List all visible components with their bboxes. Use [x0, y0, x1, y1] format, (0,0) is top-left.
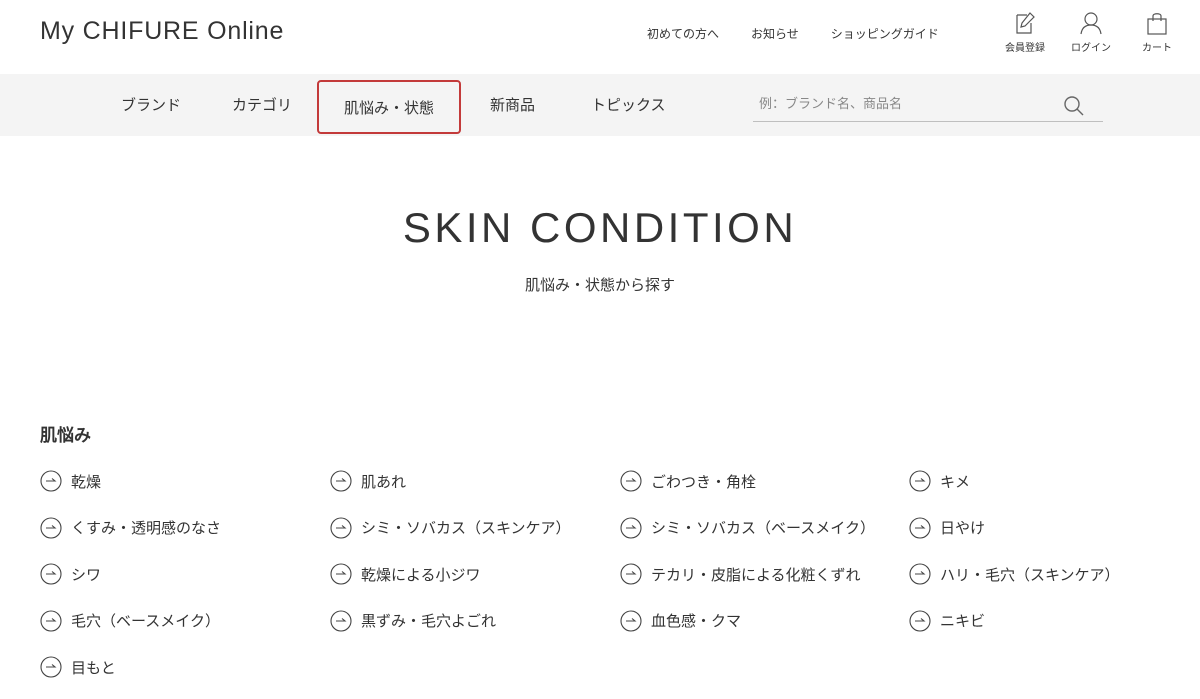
arrow-right-circle-icon [40, 470, 62, 492]
skin-condition-link[interactable]: 血色感・クマ [620, 606, 909, 636]
arrow-right-circle-icon [909, 516, 931, 539]
skin-condition-label: ニキビ [940, 612, 986, 630]
skin-condition-label: 毛穴（ベースメイク） [71, 612, 220, 630]
shopping-guide-link[interactable]: ショッピングガイド [831, 25, 939, 42]
skin-condition-label: テカリ・皮脂による化粧くずれ [651, 565, 861, 584]
nav-new-products[interactable]: 新商品 [490, 88, 535, 122]
cart-button[interactable]: カート [1124, 10, 1190, 54]
search-icon[interactable] [1063, 95, 1085, 117]
skin-condition-label: 黒ずみ・毛穴よごれ [361, 612, 497, 630]
arrow-right-circle-icon [330, 516, 352, 539]
skin-condition-link[interactable]: くすみ・透明感のなさ [40, 513, 330, 543]
skin-condition-label: くすみ・透明感のなさ [71, 519, 222, 537]
login-label: ログイン [1071, 43, 1111, 54]
nav-skin-condition[interactable]: 肌悩み・状態 [317, 80, 462, 134]
skin-condition-link[interactable]: 乾燥 [40, 466, 330, 496]
page-subtitle: 肌悩み・状態から探す [524, 276, 675, 294]
arrow-right-circle-icon [620, 470, 642, 492]
arrow-right-circle-icon [330, 470, 352, 492]
nav-category[interactable]: カテゴリ [232, 88, 292, 122]
login-button[interactable]: ログイン [1058, 10, 1124, 54]
skin-condition-link[interactable]: シミ・ソバカス（スキンケア） [330, 513, 620, 543]
skin-condition-label: キメ [940, 472, 971, 491]
skin-condition-label: 日やけ [940, 519, 986, 537]
skin-condition-label: 肌あれ [361, 472, 407, 491]
skin-condition-list: 乾燥 肌あれ ごわつき・角栓 キメ くすみ・透明感のなさ シミ・ソバカス（スキン… [40, 466, 1160, 699]
arrow-right-circle-icon [909, 470, 931, 492]
skin-condition-label: シミ・ソバカス（ベースメイク） [651, 519, 875, 537]
skin-condition-label: 乾燥 [71, 472, 102, 491]
arrow-right-circle-icon [40, 656, 62, 678]
skin-condition-label: 目もと [71, 658, 116, 677]
arrow-right-circle-icon [40, 516, 62, 539]
section-title: 肌悩み [40, 426, 91, 446]
skin-condition-label: シミ・ソバカス（スキンケア） [361, 519, 571, 537]
arrow-right-circle-icon [620, 609, 642, 632]
skin-condition-link[interactable]: 肌あれ [330, 466, 620, 496]
register-button[interactable]: 会員登録 [992, 10, 1058, 54]
skin-condition-link[interactable]: 乾燥による小ジワ [330, 559, 620, 589]
page-title: SKIN CONDITION [402, 204, 798, 251]
skin-condition-link[interactable]: 目もと [40, 652, 330, 682]
register-icon [1016, 12, 1035, 34]
nav-topics[interactable]: トピックス [591, 88, 666, 122]
skin-condition-link[interactable]: ニキビ [909, 606, 1160, 636]
news-link[interactable]: お知らせ [751, 25, 799, 42]
arrow-right-circle-icon [620, 516, 642, 539]
skin-condition-link[interactable]: キメ [909, 466, 1160, 496]
skin-condition-label: ごわつき・角栓 [651, 472, 757, 491]
skin-condition-label: ハリ・毛穴（スキンケア） [940, 565, 1120, 584]
nav-brand[interactable]: ブランド [121, 88, 181, 122]
search-input[interactable] [753, 88, 1053, 120]
first-time-link[interactable]: 初めての方へ [647, 25, 719, 42]
arrow-right-circle-icon [909, 609, 931, 632]
arrow-right-circle-icon [909, 563, 931, 585]
register-label: 会員登録 [1005, 43, 1045, 54]
top-links: 初めての方へ お知らせ ショッピングガイド [647, 25, 939, 42]
skin-condition-link[interactable]: テカリ・皮脂による化粧くずれ [620, 559, 909, 589]
search-bar [753, 88, 1103, 122]
skin-condition-link[interactable]: 毛穴（ベースメイク） [40, 606, 330, 636]
arrow-right-circle-icon [40, 609, 62, 632]
skin-condition-link[interactable]: シミ・ソバカス（ベースメイク） [620, 513, 909, 543]
skin-condition-link[interactable]: ごわつき・角栓 [620, 466, 909, 496]
arrow-right-circle-icon [620, 563, 642, 585]
skin-condition-label: シワ [71, 565, 102, 584]
cart-icon [1147, 13, 1167, 35]
skin-condition-label: 血色感・クマ [651, 612, 742, 630]
skin-condition-link[interactable]: 黒ずみ・毛穴よごれ [330, 606, 620, 636]
skin-condition-link[interactable]: シワ [40, 559, 330, 589]
skin-condition-link[interactable]: 日やけ [909, 513, 1160, 543]
cart-label: カート [1142, 43, 1172, 54]
site-header: My CHIFURE Online 初めての方へ お知らせ ショッピングガイド … [0, 0, 1200, 74]
arrow-right-circle-icon [330, 609, 352, 632]
utility-nav: 会員登録 ログイン カート [992, 10, 1190, 54]
arrow-right-circle-icon [330, 563, 352, 585]
skin-condition-label: 乾燥による小ジワ [361, 565, 481, 584]
arrow-right-circle-icon [40, 563, 62, 585]
user-icon [1080, 12, 1102, 35]
site-logo[interactable]: My CHIFURE Online [40, 17, 284, 46]
skin-condition-link[interactable]: ハリ・毛穴（スキンケア） [909, 559, 1160, 589]
